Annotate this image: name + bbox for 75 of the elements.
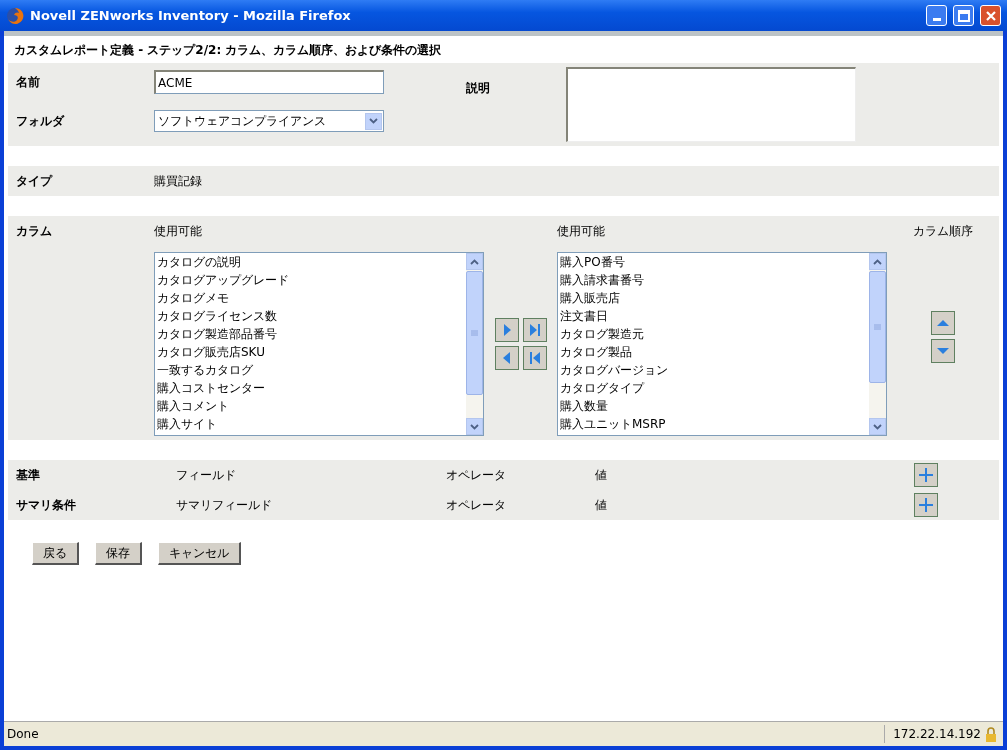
add-button[interactable] [914, 493, 938, 517]
list-item[interactable]: 購入ユニットMSRP [560, 415, 867, 433]
type-value: 購買記録 [154, 173, 202, 190]
field-label: カラム [16, 223, 53, 240]
column-heading: オペレータ [446, 467, 507, 484]
scrollbar[interactable] [869, 253, 886, 435]
description-input-field[interactable] [566, 67, 856, 142]
list-item[interactable]: カタログタイプ [560, 379, 867, 397]
criteria-label: サマリ条件 [16, 497, 77, 514]
triangle-right-icon [502, 323, 512, 337]
field-label: 説明 [466, 80, 491, 97]
status-text: Done [6, 726, 40, 743]
column-heading: カラム順序 [913, 223, 973, 240]
list-item[interactable]: カタログの説明 [157, 253, 464, 271]
folder-dropdown[interactable]: ソフトウェアコンプライアンス [154, 110, 384, 132]
field-label: タイプ [16, 173, 54, 190]
column-heading: 使用可能 [557, 223, 606, 240]
bar-triangle-left-icon [529, 351, 541, 365]
move-all-right-button[interactable] [523, 318, 547, 342]
field-label: 名前 [16, 74, 41, 91]
name-input-field[interactable]: ACME [154, 70, 384, 94]
browser-logo-icon [6, 6, 24, 25]
triangle-down-icon [936, 346, 950, 356]
plus-icon [918, 467, 934, 483]
list-item[interactable]: カタログアップグレード [157, 271, 464, 289]
move-left-button[interactable] [495, 346, 519, 370]
list-item[interactable]: 購入サイト [157, 415, 464, 433]
list-item[interactable]: 購入コメント [157, 397, 464, 415]
address-text: 172.22.14.192 [884, 725, 985, 743]
column-heading: 使用可能 [154, 223, 203, 240]
selected-columns-list[interactable]: 購入PO番号 購入請求書番号 購入販売店 注文書日 カタログ製造元 カタログ製品 カタログバージョン カタログタイプ 購入数量 購入ユニットMSRP [557, 252, 887, 436]
form-button[interactable]: 保存 [95, 542, 142, 565]
list-item[interactable]: カタログ製品 [560, 343, 867, 361]
maximize-button[interactable] [953, 5, 974, 26]
column-heading: 値 [595, 467, 608, 484]
move-down-button[interactable] [931, 339, 955, 363]
form-button[interactable]: キャンセル [158, 542, 241, 565]
plus-icon [918, 497, 934, 513]
close-button[interactable] [980, 5, 1001, 26]
scrollbar[interactable] [466, 253, 483, 435]
move-up-button[interactable] [931, 311, 955, 335]
page-heading: カスタムレポート定義 - ステップ2/2: カラム、カラム順序、および条件の選択 [14, 43, 442, 57]
field-label: フォルダ [16, 113, 66, 130]
move-all-left-button[interactable] [523, 346, 547, 370]
column-heading: フィールド [176, 467, 237, 484]
list-item[interactable]: 一致するカタログ [157, 361, 464, 379]
add-button[interactable] [914, 463, 938, 487]
list-item[interactable]: カタログ製造元 [560, 325, 867, 343]
column-heading: 値 [595, 497, 608, 514]
minimize-icon [932, 18, 941, 21]
criteria-label: 基準 [16, 467, 41, 484]
list-item[interactable]: 購入数量 [560, 397, 867, 415]
list-item[interactable]: 購入販売店 [560, 289, 867, 307]
close-icon [984, 9, 997, 22]
column-heading: サマリフィールド [176, 497, 273, 514]
triangle-left-icon [502, 351, 512, 365]
list-item[interactable]: カタログ製造部品番号 [157, 325, 464, 343]
list-item[interactable]: カタログメモ [157, 289, 464, 307]
list-item[interactable]: 購入コストセンター [157, 379, 464, 397]
maximize-icon [957, 9, 970, 22]
list-item[interactable]: 注文書日 [560, 307, 867, 325]
list-item[interactable]: 購入PO番号 [560, 253, 867, 271]
column-heading: オペレータ [446, 497, 507, 514]
minimize-button[interactable] [926, 5, 947, 26]
window-title: Novell ZENworks Inventory - Mozilla Firefox [30, 6, 352, 25]
list-item[interactable]: カタログ販売店SKU [157, 343, 464, 361]
triangle-up-icon [936, 318, 950, 328]
form-button[interactable]: 戻る [32, 542, 79, 565]
list-item[interactable]: 購入請求書番号 [560, 271, 867, 289]
list-item[interactable]: カタログバージョン [560, 361, 867, 379]
padlock-icon [985, 726, 997, 742]
move-right-button[interactable] [495, 318, 519, 342]
triangle-right-bar-icon [529, 323, 541, 337]
available-columns-list[interactable]: カタログの説明 カタログアップグレード カタログメモ カタログライセンス数 カタログ製造部品番号 カタログ販売店SKU 一致するカタログ 購入コストセンター 購入コメント 購入サイト [154, 252, 484, 436]
list-item[interactable]: カタログライセンス数 [157, 307, 464, 325]
